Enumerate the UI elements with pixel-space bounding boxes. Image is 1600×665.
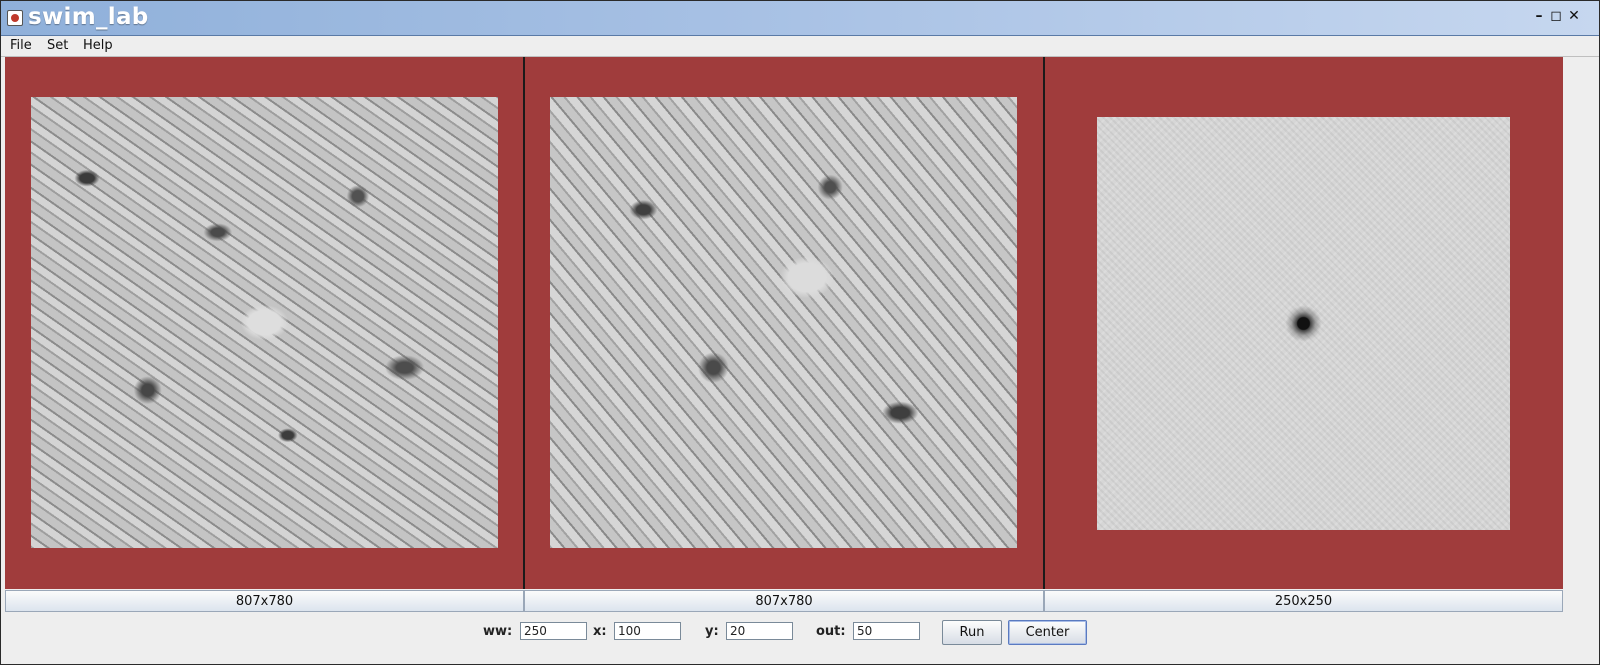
menu-bar: File Set Help	[1, 36, 1599, 57]
center-button[interactable]: Center	[1008, 620, 1087, 645]
image-size-labels: 807x780 807x780 250x250	[5, 590, 1563, 613]
ww-input[interactable]	[520, 622, 587, 640]
x-input[interactable]	[614, 622, 681, 640]
micrograph-image-2	[550, 97, 1017, 548]
run-button[interactable]: Run	[942, 620, 1002, 645]
window-title: swim_lab	[28, 4, 149, 30]
ww-label: ww:	[483, 624, 513, 639]
image-panel-1[interactable]	[5, 57, 523, 589]
app-icon	[7, 10, 23, 26]
menu-help[interactable]: Help	[83, 38, 113, 53]
menu-file[interactable]: File	[10, 38, 32, 53]
size-label-1: 807x780	[5, 590, 524, 612]
menu-set[interactable]: Set	[47, 38, 68, 53]
app-window: swim_lab – ◻ ✕ File Set Help 807x780 807…	[0, 0, 1600, 665]
size-label-3: 250x250	[1044, 590, 1563, 612]
image-panels	[5, 57, 1563, 589]
y-input[interactable]	[726, 622, 793, 640]
image-panel-3[interactable]	[1045, 57, 1563, 589]
correlation-image	[1097, 117, 1510, 530]
y-label: y:	[705, 624, 719, 639]
size-label-2: 807x780	[524, 590, 1044, 612]
image-panel-2[interactable]	[525, 57, 1043, 589]
close-icon[interactable]: ✕	[1567, 7, 1581, 25]
micrograph-image-1	[31, 97, 498, 548]
maximize-icon[interactable]: ◻	[1549, 7, 1563, 25]
x-label: x:	[593, 624, 607, 639]
minimize-icon[interactable]: –	[1532, 7, 1546, 25]
control-bar: ww: x: y: out: Run Center	[1, 615, 1599, 649]
out-input[interactable]	[853, 622, 920, 640]
title-bar[interactable]: swim_lab – ◻ ✕	[1, 1, 1599, 36]
out-label: out:	[816, 624, 846, 639]
